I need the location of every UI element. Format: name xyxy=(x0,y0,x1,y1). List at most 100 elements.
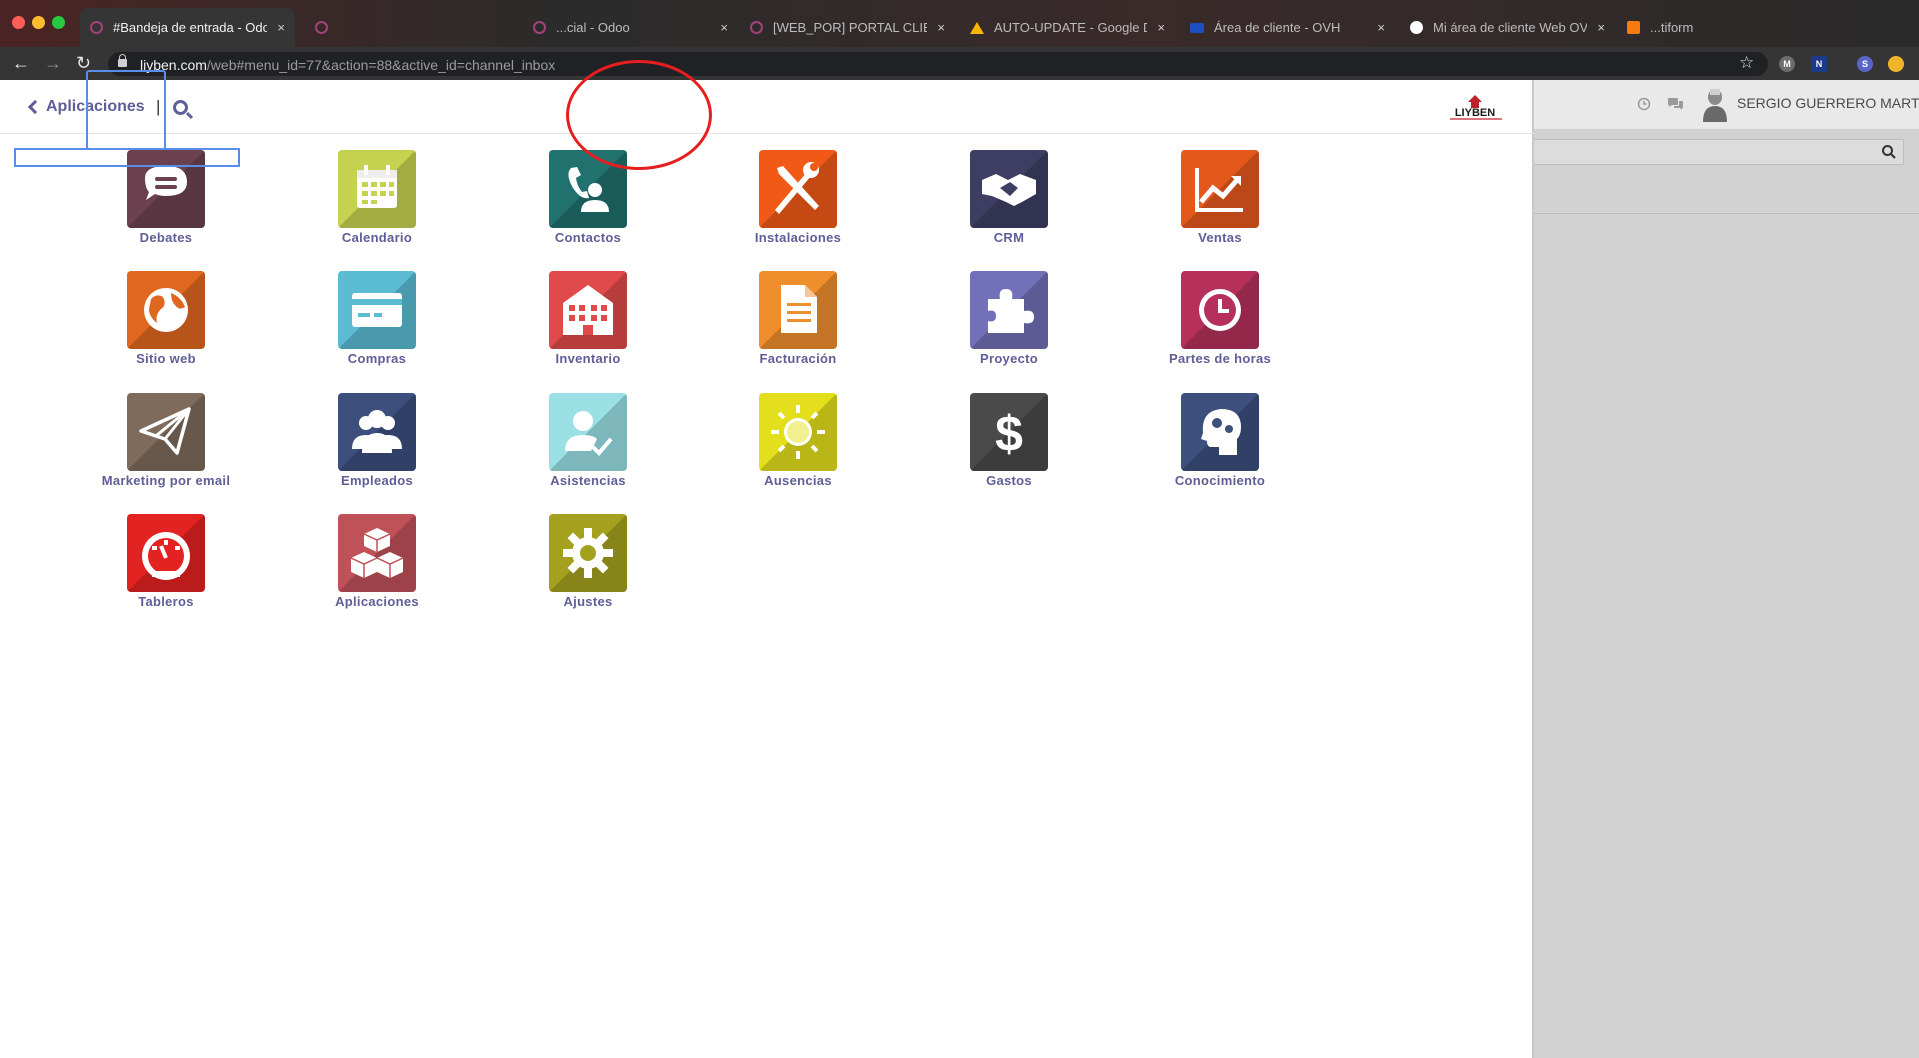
app-tile-ausencias[interactable]: Ausencias xyxy=(691,393,891,493)
app-tile-partes-de-horas[interactable]: Partes de horas xyxy=(1113,271,1313,371)
tab-close-icon[interactable]: × xyxy=(1157,20,1165,35)
chat-icon[interactable] xyxy=(1667,97,1684,111)
wrench-screwdriver-icon xyxy=(759,150,837,228)
svg-text:LIYBEN: LIYBEN xyxy=(1455,107,1495,119)
browser-tab-bar: #Bandeja de entrada - Odoo × ...cial - O… xyxy=(0,0,1919,47)
app-tile-empleados[interactable]: Empleados xyxy=(270,393,470,493)
cubes-icon xyxy=(338,514,416,592)
forward-arrow-icon[interactable]: → xyxy=(44,53,62,73)
app-tile-asistencias[interactable]: Asistencias xyxy=(481,393,681,493)
dollar-icon: $ xyxy=(970,393,1048,471)
sun-icon xyxy=(759,393,837,471)
app-tile-calendario[interactable]: Calendario xyxy=(270,150,470,250)
app-label: Partes de horas xyxy=(1168,351,1272,366)
extension-yellow-icon[interactable] xyxy=(1888,56,1904,72)
paper-plane-icon xyxy=(127,393,205,471)
browser-tab-5[interactable]: Área de cliente - OVH × xyxy=(1180,8,1395,47)
app-label: Instalaciones xyxy=(754,230,842,245)
browser-tab-6[interactable]: Mi área de cliente Web OVH × xyxy=(1400,8,1615,47)
browser-tab-2[interactable]: ...cial - Odoo × xyxy=(523,8,738,47)
extension-m-icon[interactable]: M xyxy=(1779,56,1795,72)
window-minimize-button[interactable] xyxy=(32,16,45,29)
gear-icon xyxy=(549,514,627,592)
chevron-left-icon xyxy=(27,99,43,115)
url-text[interactable]: liyben.com/web#menu_id=77&action=88&acti… xyxy=(140,57,555,73)
profile-avatar[interactable]: S xyxy=(1857,56,1873,72)
app-label: Aplicaciones xyxy=(335,594,419,609)
app-tile-compras[interactable]: Compras xyxy=(270,271,470,371)
tab-close-icon[interactable]: × xyxy=(937,20,945,35)
calendar-icon xyxy=(338,150,416,228)
odoo-icon xyxy=(533,21,546,34)
keyboard-focus-label xyxy=(14,148,240,167)
handshake-icon xyxy=(970,150,1048,228)
tab-close-icon[interactable]: × xyxy=(1377,20,1385,35)
app-label: Gastos xyxy=(986,473,1032,488)
tab-close-icon[interactable]: × xyxy=(277,20,285,35)
app-label: Inventario xyxy=(555,351,621,366)
app-tile-ajustes[interactable]: Ajustes xyxy=(481,514,681,614)
background-search-input[interactable] xyxy=(1534,139,1904,165)
browser-tab-3[interactable]: [WEB_POR] PORTAL CLIEN × xyxy=(740,8,955,47)
browser-address-bar: ← → ↻ liyben.com/web#menu_id=77&action=8… xyxy=(0,47,1919,80)
lock-icon xyxy=(118,54,127,67)
app-tile-sitio-web[interactable]: Sitio web xyxy=(59,271,259,371)
drawer-header: Aplicaciones | LIYBEN xyxy=(0,80,1534,134)
people-icon xyxy=(338,393,416,471)
tab-close-icon[interactable]: × xyxy=(1597,20,1605,35)
app-tile-instalaciones[interactable]: Instalaciones xyxy=(691,150,891,250)
app-label: CRM xyxy=(993,230,1025,245)
vw-icon xyxy=(1410,21,1423,34)
app-tile-crm[interactable]: CRM xyxy=(902,150,1102,250)
avatar[interactable] xyxy=(1698,86,1732,122)
app-label: Ausencias xyxy=(764,473,832,488)
odoo-icon xyxy=(90,21,103,34)
divider xyxy=(1534,213,1919,214)
tab-close-icon[interactable]: × xyxy=(720,20,728,35)
app-tile-facturaci-n[interactable]: Facturación xyxy=(691,271,891,371)
globe-icon xyxy=(127,271,205,349)
google-drive-icon xyxy=(970,21,984,34)
window-close-button[interactable] xyxy=(12,16,25,29)
credit-card-icon xyxy=(338,271,416,349)
browser-tab-7[interactable]: ...tiform xyxy=(1617,8,1817,47)
company-logo: LIYBEN xyxy=(1450,95,1502,120)
app-tile-aplicaciones[interactable]: Aplicaciones xyxy=(270,514,470,614)
clock-icon[interactable] xyxy=(1637,97,1651,111)
window-maximize-button[interactable] xyxy=(52,16,65,29)
app-tile-conocimiento[interactable]: Conocimiento xyxy=(1113,393,1313,493)
dashboard-gauge-icon xyxy=(127,514,205,592)
browser-tab-1[interactable] xyxy=(305,8,520,47)
odoo-icon xyxy=(315,21,328,34)
trend-chart-icon xyxy=(1181,150,1259,228)
app-label: Sitio web xyxy=(136,351,196,366)
app-tile-inventario[interactable]: Inventario xyxy=(481,271,681,371)
app-label: Marketing por email xyxy=(101,473,231,488)
background-page: SERGIO GUERRERO MARTIN xyxy=(1534,80,1919,1058)
browser-tab-0[interactable]: #Bandeja de entrada - Odoo × xyxy=(80,8,295,47)
app-label: Tableros xyxy=(138,594,194,609)
ovh-icon xyxy=(1190,22,1204,33)
app-tile-tableros[interactable]: Tableros xyxy=(59,514,259,614)
app-tile-ventas[interactable]: Ventas xyxy=(1113,150,1313,250)
red-annotation-circle xyxy=(566,60,712,170)
warehouse-icon xyxy=(549,271,627,349)
app-tile-proyecto[interactable]: Proyecto xyxy=(902,271,1102,371)
app-tile-marketing-por-email[interactable]: Marketing por email xyxy=(59,393,259,493)
app-label: Empleados xyxy=(340,473,414,488)
bookmark-star-icon[interactable]: ☆ xyxy=(1739,53,1754,73)
clock-icon xyxy=(1181,271,1259,349)
extension-n-icon[interactable]: N xyxy=(1811,56,1827,72)
app-label: Calendario xyxy=(341,230,413,245)
background-header: SERGIO GUERRERO MARTIN xyxy=(1534,80,1919,130)
app-tile-gastos[interactable]: $ Gastos xyxy=(902,393,1102,493)
keyboard-focus-tile xyxy=(86,70,166,150)
user-name[interactable]: SERGIO GUERRERO MARTIN xyxy=(1737,95,1919,111)
search-icon[interactable] xyxy=(173,100,188,115)
search-icon[interactable] xyxy=(1881,144,1897,160)
back-arrow-icon[interactable]: ← xyxy=(12,53,30,73)
svg-text:$: $ xyxy=(995,406,1023,462)
brain-gears-icon xyxy=(1181,393,1259,471)
app-label: Facturación xyxy=(759,351,837,366)
browser-tab-4[interactable]: AUTO-UPDATE - Google Dri × xyxy=(960,8,1175,47)
